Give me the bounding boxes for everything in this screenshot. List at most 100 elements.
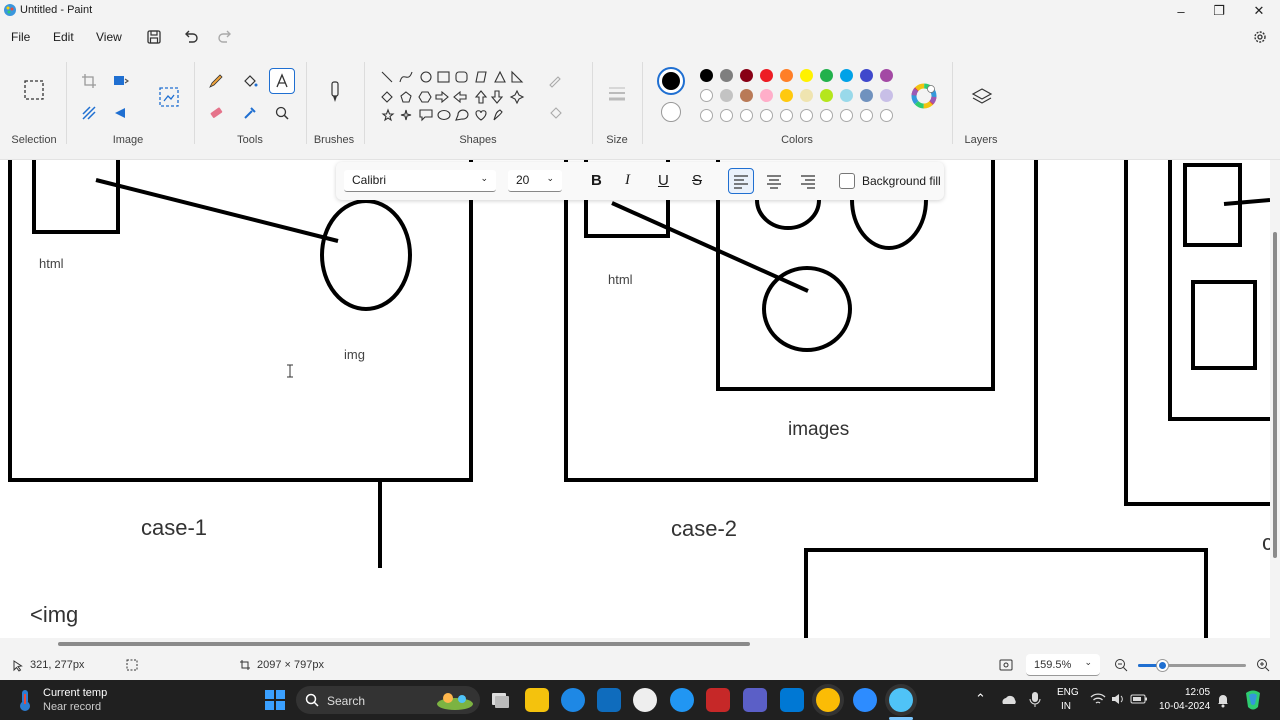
file-explorer-icon[interactable]: [525, 688, 549, 712]
color-swatch[interactable]: [840, 69, 853, 82]
eraser-tool[interactable]: [205, 102, 227, 124]
mcafee-icon[interactable]: [706, 688, 730, 712]
menu-view[interactable]: View: [96, 30, 122, 44]
chrome-icon[interactable]: [816, 688, 840, 712]
custom-color-slot[interactable]: [820, 109, 833, 122]
edit-colors-icon[interactable]: [911, 83, 937, 109]
edge-browser-icon[interactable]: [561, 688, 585, 712]
undo-icon[interactable]: [182, 28, 200, 46]
clock-time[interactable]: 12:05: [1185, 687, 1210, 698]
primary-color-button[interactable]: [657, 67, 685, 95]
microphone-icon[interactable]: [1028, 691, 1042, 709]
color-swatch[interactable]: [780, 69, 793, 82]
custom-color-slot[interactable]: [720, 109, 733, 122]
brushes-dropdown[interactable]: [323, 78, 347, 108]
color-swatch[interactable]: [740, 69, 753, 82]
custom-color-slot[interactable]: [780, 109, 793, 122]
text-tool[interactable]: [269, 68, 295, 94]
thermometer-weather-icon[interactable]: [16, 688, 34, 712]
color-swatch[interactable]: [700, 89, 713, 102]
microsoft-store-icon[interactable]: [597, 688, 621, 712]
volume-icon[interactable]: [1110, 692, 1126, 706]
color-picker-tool[interactable]: [239, 102, 261, 124]
fit-to-window-icon[interactable]: [999, 658, 1013, 672]
crop-tool[interactable]: [78, 70, 100, 92]
shapes-gallery[interactable]: [378, 68, 530, 124]
custom-color-slot[interactable]: [840, 109, 853, 122]
fill-tool[interactable]: [239, 70, 261, 92]
color-swatch[interactable]: [880, 69, 893, 82]
minimize-button[interactable]: –: [1162, 0, 1200, 22]
taskbar-search-box[interactable]: Search: [296, 686, 480, 714]
shape-outline-dropdown[interactable]: [546, 70, 568, 92]
zoom-in-icon[interactable]: [1256, 658, 1270, 672]
windows-start-icon[interactable]: [264, 689, 286, 711]
color-swatch[interactable]: [720, 89, 733, 102]
strikethrough-button[interactable]: S: [692, 172, 702, 189]
align-left-button[interactable]: [728, 168, 754, 194]
select-tool[interactable]: [22, 78, 46, 102]
settings-gear-icon[interactable]: [1251, 28, 1269, 46]
font-size-dropdown[interactable]: 20 ⌄: [508, 170, 562, 192]
menu-file[interactable]: File: [11, 30, 30, 44]
horizontal-scrollbar-thumb[interactable]: [58, 642, 750, 646]
help-icon[interactable]: [670, 688, 694, 712]
custom-color-slot[interactable]: [740, 109, 753, 122]
vertical-scrollbar[interactable]: [1270, 160, 1280, 638]
custom-color-slot[interactable]: [800, 109, 813, 122]
background-fill-checkbox[interactable]: [839, 173, 855, 189]
pencil-tool[interactable]: [205, 70, 227, 92]
horizontal-scrollbar[interactable]: [0, 638, 1280, 650]
github-icon[interactable]: [633, 688, 657, 712]
vscode-icon[interactable]: [780, 688, 804, 712]
color-swatch[interactable]: [880, 89, 893, 102]
color-swatch[interactable]: [760, 89, 773, 102]
zoom-meeting-icon[interactable]: [853, 688, 877, 712]
size-dropdown[interactable]: [604, 78, 630, 108]
secondary-color-button[interactable]: [661, 102, 681, 122]
custom-color-slot[interactable]: [880, 109, 893, 122]
menu-edit[interactable]: Edit: [53, 30, 74, 44]
color-swatch[interactable]: [760, 69, 773, 82]
save-icon[interactable]: [145, 28, 163, 46]
remove-background-tool[interactable]: [78, 102, 100, 124]
redo-icon[interactable]: [216, 28, 234, 46]
zoom-slider-thumb[interactable]: [1156, 660, 1168, 671]
task-view-icon[interactable]: [488, 688, 512, 712]
language-indicator-top[interactable]: ENG: [1057, 687, 1079, 698]
notification-bell-icon[interactable]: [1216, 692, 1230, 708]
teams-icon[interactable]: [743, 688, 767, 712]
custom-color-slot[interactable]: [860, 109, 873, 122]
color-swatch[interactable]: [820, 69, 833, 82]
italic-button[interactable]: I: [625, 172, 630, 189]
copilot-icon[interactable]: [1240, 687, 1266, 713]
color-swatch[interactable]: [820, 89, 833, 102]
drawing-canvas[interactable]: html img case-1 <img html images case-2 …: [0, 160, 1270, 638]
image-generator-tool[interactable]: [156, 84, 182, 110]
vertical-scrollbar-thumb[interactable]: [1273, 232, 1277, 558]
onedrive-icon[interactable]: [1000, 692, 1018, 708]
battery-icon[interactable]: [1130, 692, 1148, 706]
align-right-icon[interactable]: [796, 169, 820, 193]
font-family-dropdown[interactable]: Calibri ⌄: [344, 170, 496, 192]
rotate-tool[interactable]: [110, 102, 132, 124]
align-center-icon[interactable]: [762, 169, 786, 193]
color-swatch[interactable]: [860, 89, 873, 102]
paint-taskbar-icon[interactable]: [889, 688, 913, 712]
shape-fill-dropdown[interactable]: [546, 102, 568, 124]
zoom-slider[interactable]: [1138, 660, 1246, 671]
underline-button[interactable]: U: [658, 172, 669, 189]
color-swatch[interactable]: [840, 89, 853, 102]
magnifier-tool[interactable]: [271, 102, 293, 124]
color-swatch[interactable]: [780, 89, 793, 102]
color-swatch[interactable]: [800, 69, 813, 82]
zoom-out-icon[interactable]: [1114, 658, 1128, 672]
layers-button[interactable]: [969, 84, 995, 110]
chevron-up-icon[interactable]: ⌃: [975, 691, 986, 707]
custom-color-slot[interactable]: [760, 109, 773, 122]
resize-tool[interactable]: [110, 70, 132, 92]
close-button[interactable]: ✕: [1240, 0, 1278, 22]
color-swatch[interactable]: [800, 89, 813, 102]
maximize-button[interactable]: ❐: [1200, 0, 1238, 22]
color-swatch[interactable]: [860, 69, 873, 82]
